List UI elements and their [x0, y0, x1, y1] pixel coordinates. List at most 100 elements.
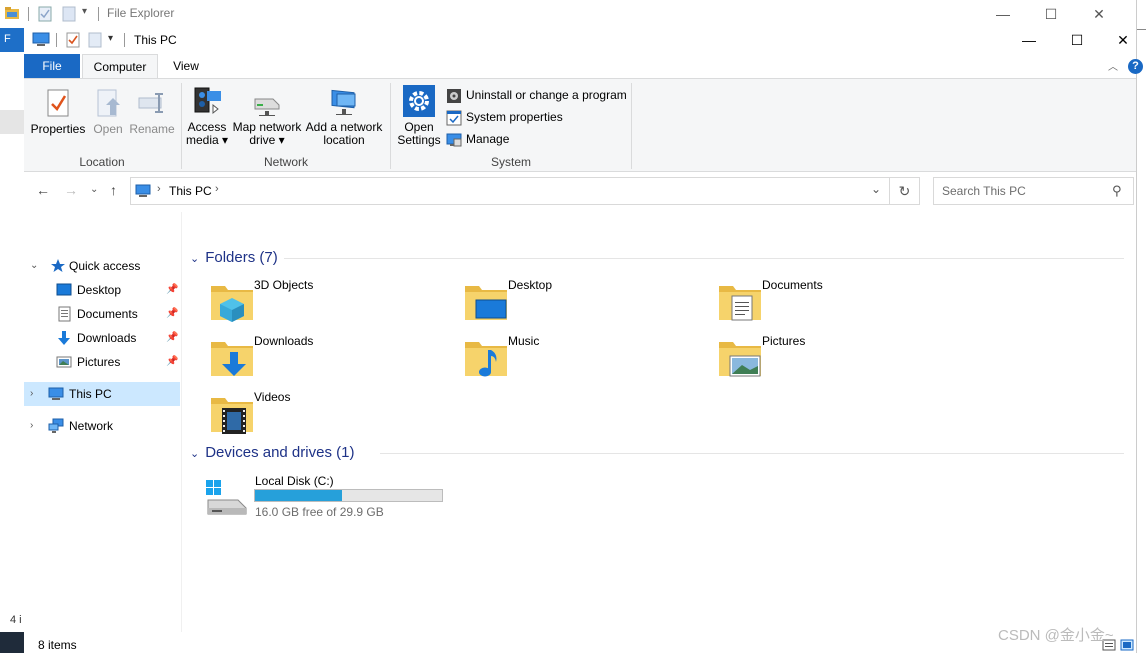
search-input[interactable]	[934, 178, 1104, 204]
pin-icon[interactable]: 📌	[166, 278, 178, 302]
folders-header-label: Folders (7)	[205, 249, 278, 266]
scrollbar[interactable]	[1124, 212, 1136, 632]
recent-locations-chevron-icon[interactable]: ⌄	[90, 184, 98, 195]
sidebar-item-desktop[interactable]: Desktop 📌	[24, 278, 180, 302]
bg-taskbar	[0, 632, 24, 653]
status-bar: 8 items	[24, 632, 1136, 653]
help-icon[interactable]: ?	[1128, 59, 1143, 74]
sidebar-item-network[interactable]: › Network	[24, 414, 180, 438]
tab-computer[interactable]: Computer	[82, 54, 158, 79]
access-media-icon	[194, 87, 221, 115]
breadcrumb-chevron-icon[interactable]: ›	[157, 183, 161, 195]
rename-button[interactable]: Rename	[128, 87, 176, 136]
downloads-icon	[58, 331, 70, 345]
drive-name: Local Disk (C:)	[255, 474, 334, 488]
folder-label: Videos	[254, 390, 291, 404]
uninstall-icon	[447, 88, 461, 103]
rename-label: Rename	[129, 122, 175, 136]
sidebar-item-documents[interactable]: Documents 📌	[24, 302, 180, 326]
uninstall-program-button[interactable]: Uninstall or change a program	[446, 87, 627, 107]
bg-minimize-button[interactable]: —	[980, 0, 1026, 28]
bg-maximize-button[interactable]: ☐	[1028, 0, 1074, 28]
maximize-button[interactable]: ☐	[1054, 26, 1100, 54]
open-label: Open	[93, 122, 123, 136]
pictures-folder-icon	[719, 342, 761, 377]
sidebar-item-label: Downloads	[77, 331, 137, 345]
sidebar-item-quick-access[interactable]: ⌄ Quick access	[24, 254, 180, 278]
star-icon	[51, 259, 65, 272]
bg-file-tab[interactable]: F	[0, 28, 24, 52]
open-settings-button[interactable]: Open Settings	[396, 85, 442, 147]
search-icon[interactable]: ⚲	[1112, 183, 1122, 199]
chevron-right-icon[interactable]: ›	[30, 414, 33, 438]
open-button[interactable]: Open	[88, 87, 128, 136]
navigation-pane: ⌄ Quick access Desktop 📌 Documents 📌 Dow…	[24, 212, 182, 632]
forward-arrow-icon[interactable]: →	[64, 182, 78, 198]
new-folder-icon[interactable]	[62, 6, 76, 22]
sidebar-item-this-pc[interactable]: › This PC	[24, 382, 180, 406]
chevron-down-icon[interactable]: ⌄	[30, 254, 38, 278]
background-window-title: File Explorer	[107, 6, 175, 20]
collapse-ribbon-icon[interactable]: ︿	[1108, 58, 1118, 73]
properties-check-icon[interactable]	[38, 6, 52, 22]
location-group-label: Location	[79, 155, 125, 169]
devices-section-header[interactable]: ⌄ Devices and drives (1)	[190, 444, 354, 464]
new-folder-icon[interactable]	[88, 32, 102, 48]
search-box[interactable]: ⚲	[933, 177, 1134, 205]
properties-button[interactable]: Properties	[30, 87, 86, 136]
pin-icon[interactable]: 📌	[166, 326, 178, 350]
tab-file[interactable]: File	[24, 54, 80, 78]
customize-toolbar-icon[interactable]: ▾	[82, 6, 87, 17]
system-properties-button[interactable]: System properties	[446, 109, 563, 129]
up-arrow-icon[interactable]: ↑	[110, 182, 117, 198]
address-dropdown-icon[interactable]: ⌄	[871, 182, 881, 196]
access-media-button[interactable]: Access media ▾	[184, 85, 230, 147]
sidebar-item-label: Documents	[77, 307, 138, 321]
back-arrow-icon[interactable]: ←	[36, 182, 50, 198]
sidebar-item-label: Desktop	[77, 283, 122, 297]
watermark: CSDN @金小金~	[998, 627, 1114, 644]
folder-3d-objects[interactable]: 3D Objects	[208, 276, 458, 326]
folder-documents[interactable]: Documents	[716, 276, 966, 326]
chevron-right-icon[interactable]: ›	[30, 382, 33, 406]
access-media-label-1: Access	[187, 120, 227, 134]
folder-pictures[interactable]: Pictures	[716, 332, 966, 382]
network-group-label: Network	[263, 155, 308, 169]
folder-videos[interactable]: Videos	[208, 388, 458, 438]
refresh-button[interactable]: ↻	[890, 177, 920, 205]
customize-quick-access-icon[interactable]: ▾	[108, 33, 113, 44]
pin-icon[interactable]: 📌	[166, 302, 178, 326]
large-icons-view-icon[interactable]	[1120, 639, 1134, 651]
separator	[28, 7, 29, 21]
folder-label: Downloads	[254, 334, 314, 348]
properties-icon[interactable]	[66, 32, 80, 48]
pin-icon[interactable]: 📌	[166, 350, 178, 374]
address-bar[interactable]: › This PC › ⌄	[130, 177, 890, 205]
desktop-icon	[56, 283, 72, 296]
drive-usage-bar	[254, 489, 443, 502]
map-network-drive-button[interactable]: Map network drive ▾	[230, 85, 304, 147]
bg-close-button[interactable]: ✕	[1076, 0, 1122, 28]
manage-icon	[446, 133, 462, 147]
breadcrumb-chevron-icon[interactable]: ›	[215, 183, 219, 195]
sidebar-item-label: Network	[69, 419, 114, 433]
add-network-location-button[interactable]: Add a network location	[304, 85, 384, 147]
folder-music[interactable]: Music	[462, 332, 712, 382]
windows-drive-icon	[206, 480, 247, 515]
manage-button[interactable]: Manage	[446, 131, 509, 151]
chevron-down-icon[interactable]: ⌄	[190, 448, 199, 460]
close-button[interactable]: ✕	[1100, 26, 1146, 54]
minimize-button[interactable]: —	[1006, 26, 1052, 54]
network-location-icon	[331, 89, 356, 115]
sidebar-item-downloads[interactable]: Downloads 📌	[24, 326, 180, 350]
documents-folder-icon	[719, 286, 761, 321]
folder-desktop[interactable]: Desktop	[462, 276, 712, 326]
breadcrumb-this-pc[interactable]: This PC	[169, 184, 212, 198]
drive-local-disk-c[interactable]: Local Disk (C:) 16.0 GB free of 29.9 GB	[204, 474, 474, 519]
tab-view[interactable]: View	[162, 54, 210, 78]
file-explorer-window: ▾ This PC — ☐ ✕ File Computer View ︿ ? P…	[24, 26, 1143, 653]
folders-section-header[interactable]: ⌄ Folders (7)	[190, 249, 278, 269]
folder-downloads[interactable]: Downloads	[208, 332, 458, 382]
chevron-down-icon[interactable]: ⌄	[190, 253, 199, 265]
sidebar-item-pictures[interactable]: Pictures 📌	[24, 350, 180, 374]
